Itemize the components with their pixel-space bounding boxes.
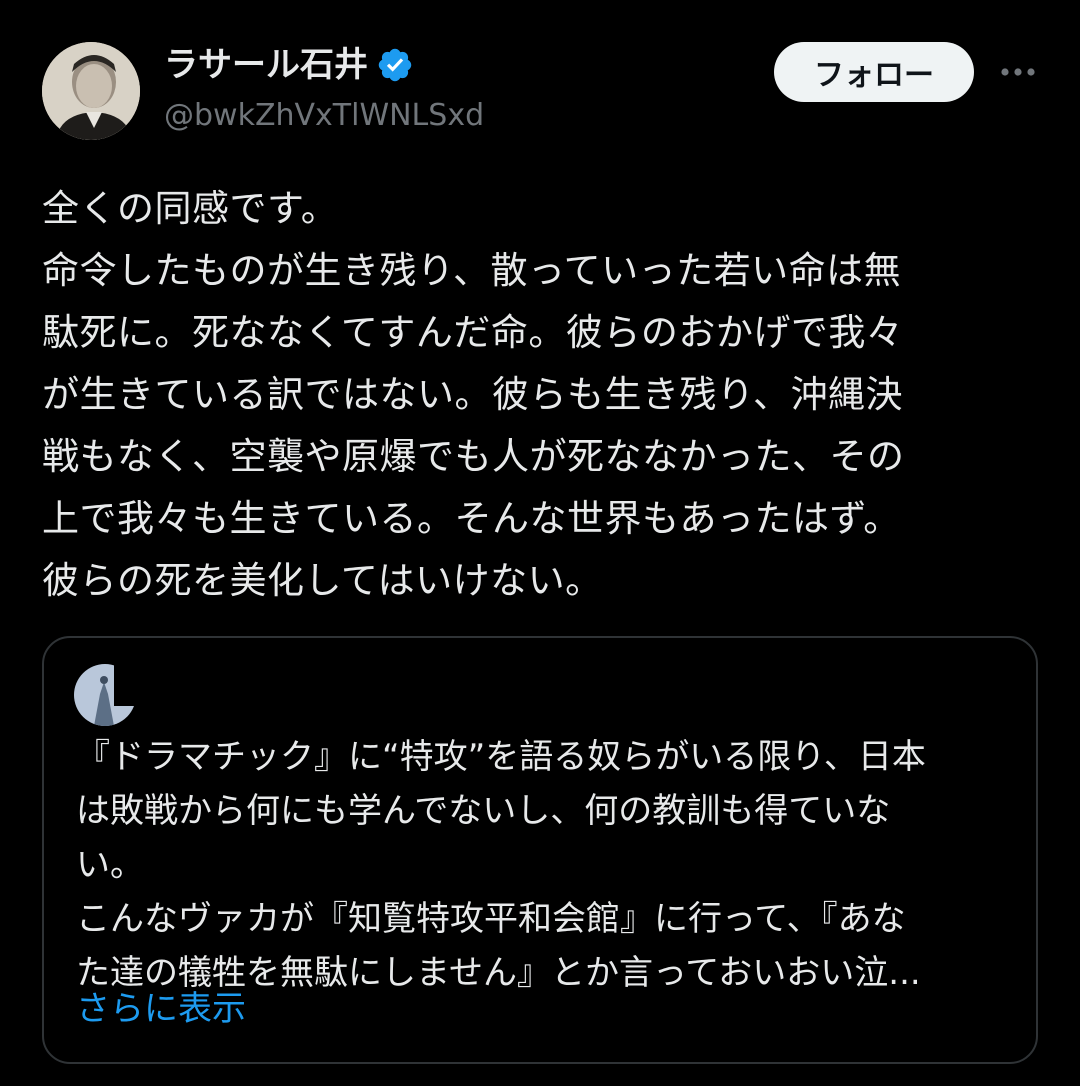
verified-badge-icon: [378, 48, 412, 82]
follow-button[interactable]: フォロー: [774, 42, 974, 102]
show-more-link[interactable]: さらに表示: [76, 982, 246, 1036]
quoted-tweet-text: 『ドラマチック』に“特攻”を語る奴らがいる限り、日本 は敗戦から何にも学んでない…: [76, 737, 926, 993]
author-handle[interactable]: @bwkZhVxTlWNLSxd: [164, 96, 484, 136]
author-display-name[interactable]: ラサール石井: [164, 42, 414, 88]
tweet-body-text: 全くの同感です。 命令したものが生き残り、散っていった若い命は無 駄死に。死なな…: [42, 187, 905, 602]
quoted-tweet-card[interactable]: 『ドラマチック』に“特攻”を語る奴らがいる限り、日本 は敗戦から何にも学んでない…: [42, 636, 1038, 1064]
author-avatar[interactable]: [42, 42, 140, 140]
more-options-button[interactable]: [996, 54, 1040, 90]
quoted-header-redaction: [114, 662, 1014, 706]
display-name-text[interactable]: ラサール石井: [164, 42, 368, 88]
more-horizontal-icon: [1001, 68, 1035, 76]
avatar-portrait-icon: [42, 42, 140, 140]
